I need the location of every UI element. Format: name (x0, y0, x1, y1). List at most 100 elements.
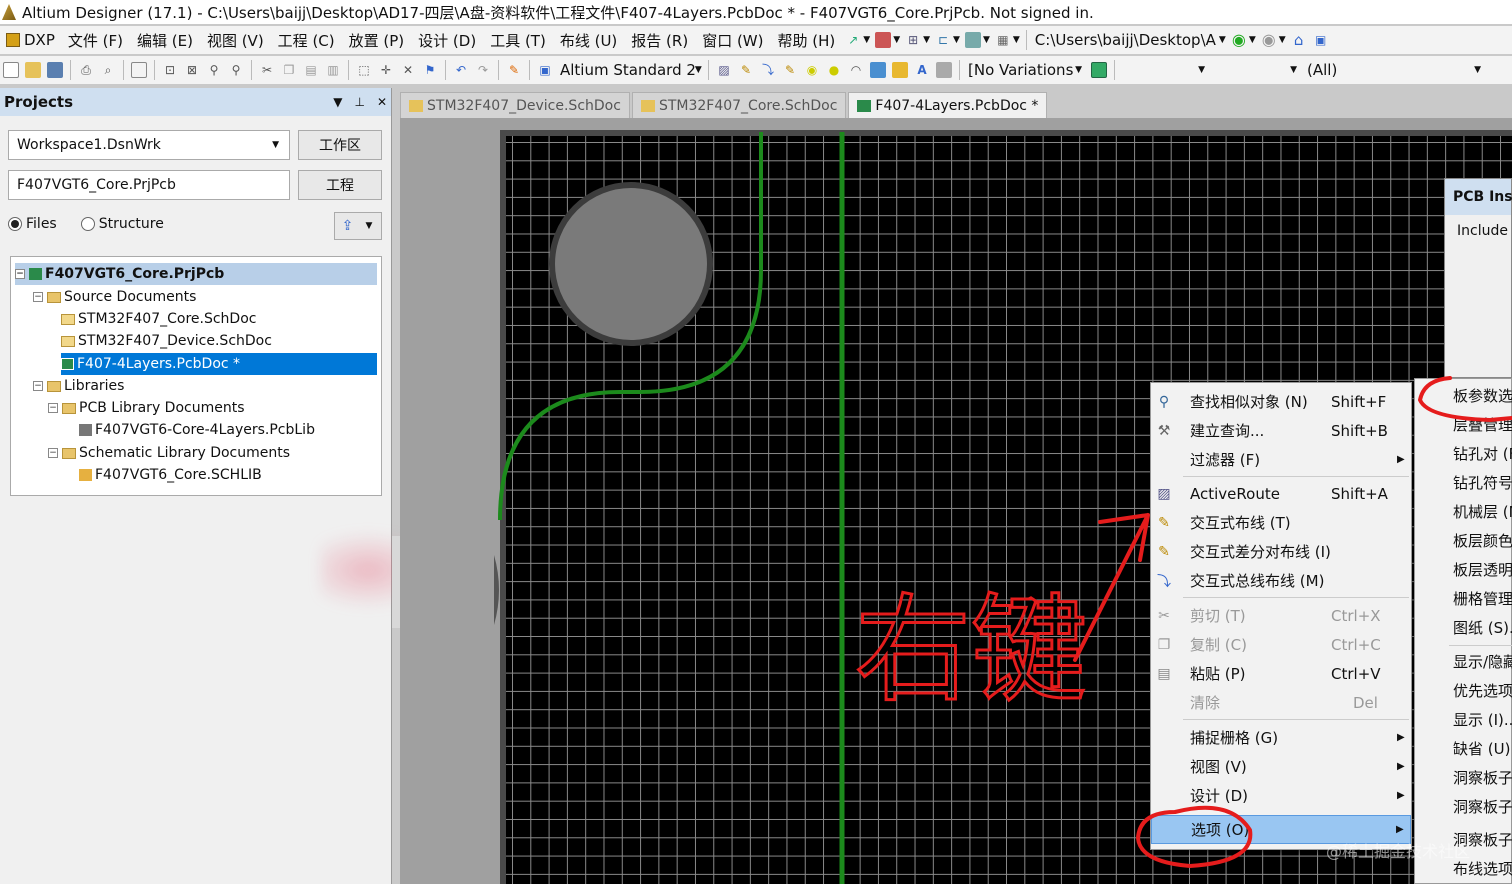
project-options-button[interactable]: ⇪ ▼ (334, 212, 382, 240)
home-icon[interactable]: ⌂ (1291, 32, 1307, 48)
menu-window[interactable]: 窗口 (W) (695, 30, 770, 51)
deselect-icon[interactable]: ✕ (400, 62, 416, 78)
collapse-icon[interactable]: − (48, 448, 58, 458)
move-icon[interactable]: ✛ (378, 62, 394, 78)
menu-route[interactable]: 布线 (U) (553, 30, 624, 51)
workspace-select[interactable]: Workspace1.DsnWrk ▼ (8, 130, 290, 160)
menu-reports[interactable]: 报告 (R) (624, 30, 695, 51)
menu-diffpair-route[interactable]: ✎ 交互式差分对布线 (I) (1151, 537, 1411, 566)
filter-select[interactable]: (All) ▼ (1303, 59, 1487, 81)
tab-device-schdoc[interactable]: STM32F407_Device.SchDoc (400, 92, 630, 118)
submenu-show-hide[interactable]: 显示/隐藏 (1453, 647, 1512, 676)
tree-item-sch-core[interactable]: STM32F407_Core.SchDoc (61, 308, 256, 330)
tree-item-pcb-libraries[interactable]: − PCB Library Documents (48, 397, 245, 419)
menu-view[interactable]: 视图 (V) (200, 30, 271, 51)
fill-icon[interactable] (870, 62, 886, 78)
chevron-down-icon[interactable]: ▼ (983, 35, 990, 45)
menu-project[interactable]: 工程 (C) (271, 30, 342, 51)
menu-place[interactable]: 放置 (P) (342, 30, 412, 51)
chevron-down-icon[interactable]: ▼ (1279, 35, 1286, 45)
variations-select[interactable]: [No Variations ▼ (964, 59, 1088, 81)
new-file-icon[interactable] (3, 62, 19, 78)
submenu-board-insight-1[interactable]: 洞察板子 (1453, 763, 1512, 792)
inspector-include[interactable]: Include (1445, 215, 1511, 247)
menu-help[interactable]: 帮助 (H) (771, 30, 843, 51)
forward-icon[interactable]: ◉ (1261, 32, 1277, 48)
chevron-down-icon[interactable]: ▼ (953, 35, 960, 45)
menu-copy[interactable]: ❐ 复制 (C) Ctrl+C (1151, 630, 1411, 659)
paste-icon[interactable]: ▤ (303, 62, 319, 78)
tab-core-schdoc[interactable]: STM32F407_Core.SchDoc (631, 92, 847, 118)
menu-design[interactable]: 设计 (D) (411, 30, 483, 51)
zoom-area-icon[interactable]: ⊠ (184, 62, 200, 78)
tree-item-pcb-doc[interactable]: F407-4Layers.PcbDoc * (61, 353, 377, 375)
menu-filter[interactable]: 过滤器 (F) ▶ (1151, 445, 1411, 474)
collapse-icon[interactable]: − (33, 381, 43, 391)
chevron-down-icon[interactable]: ▼ (893, 35, 900, 45)
menu-file[interactable]: 文件 (F) (61, 30, 130, 51)
copy-icon[interactable]: ❐ (281, 62, 297, 78)
grid-tool-icon[interactable]: ▦ (995, 32, 1011, 48)
string-icon[interactable]: A (914, 62, 930, 78)
zoom-selected-icon[interactable]: ⚲ (206, 62, 222, 78)
refresh-icon[interactable]: ▣ (1313, 32, 1329, 48)
component-icon[interactable] (936, 62, 952, 78)
chevron-down-icon[interactable]: ▼ (1013, 35, 1020, 45)
cut-icon[interactable]: ✂ (259, 62, 275, 78)
path-combobox[interactable]: C:\Users\baijj\Desktop\A (1031, 29, 1220, 51)
menu-snap-grid[interactable]: 捕捉栅格 (G) ▶ (1151, 723, 1411, 752)
project-button[interactable]: 工程 (298, 170, 382, 200)
interactive-route-icon[interactable]: ✎ (738, 62, 754, 78)
menu-design[interactable]: 设计 (D) ▶ (1151, 781, 1411, 810)
polygon-icon[interactable] (892, 62, 908, 78)
browse-component-icon[interactable]: ▣ (537, 62, 553, 78)
submenu-layer-transparency[interactable]: 板层透明 (1453, 555, 1512, 584)
layer-select-2[interactable]: ▼ (1211, 59, 1303, 81)
submenu-defaults[interactable]: 缺省 (U)... (1453, 734, 1512, 763)
tree-item-libraries[interactable]: − Libraries (33, 375, 124, 397)
menu-clear[interactable]: 清除 Del (1151, 688, 1411, 717)
menu-build-query[interactable]: ⚒ 建立查询... Shift+B (1151, 416, 1411, 445)
select-tool-icon[interactable]: ↗ (845, 32, 861, 48)
distribute-tool-icon[interactable]: ⊏ (935, 32, 951, 48)
menu-paste[interactable]: ▤ 粘贴 (P) Ctrl+V (1151, 659, 1411, 688)
open-file-icon[interactable] (25, 62, 41, 78)
tree-item-sch-libraries[interactable]: − Schematic Library Documents (48, 442, 290, 464)
view-config-select[interactable]: Altium Standard 2 ▼ (556, 59, 704, 81)
tree-item-pcblib[interactable]: F407VGT6-Core-4Layers.PcbLib (79, 419, 315, 441)
bus-route-icon[interactable]: ⤵ (760, 62, 776, 78)
radio-files[interactable]: Files (8, 216, 57, 232)
tree-item-source-documents[interactable]: − Source Documents (33, 286, 196, 308)
undo-icon[interactable]: ↶ (453, 62, 469, 78)
submenu-mechanical-layers[interactable]: 机械层 (M (1453, 497, 1512, 526)
menu-view[interactable]: 视图 (V) ▶ (1151, 752, 1411, 781)
redo-icon[interactable]: ↷ (475, 62, 491, 78)
menu-find-similar[interactable]: ⚲ 查找相似对象 (N) Shift+F (1151, 387, 1411, 416)
submenu-board-options[interactable]: 板参数选 (1453, 381, 1512, 410)
submenu-display[interactable]: 显示 (I)... (1453, 705, 1512, 734)
activeroute-icon[interactable]: ▨ (716, 62, 732, 78)
save-icon[interactable] (47, 62, 63, 78)
menu-interactive-route[interactable]: ✎ 交互式布线 (T) (1151, 508, 1411, 537)
back-icon[interactable]: ◉ (1231, 32, 1247, 48)
collapse-icon[interactable]: − (48, 403, 58, 413)
tree-item-project[interactable]: − F407VGT6_Core.PrjPcb (15, 263, 377, 285)
menu-cut[interactable]: ✂ 剪切 (T) Ctrl+X (1151, 601, 1411, 630)
submenu-layer-colors[interactable]: 板层颜色 (1453, 526, 1512, 555)
place-tool-icon[interactable] (875, 32, 892, 48)
tree-item-sch-device[interactable]: STM32F407_Device.SchDoc (61, 330, 272, 352)
workspace-button[interactable]: 工作区 (298, 130, 382, 160)
select-area-icon[interactable]: ⬚ (356, 62, 372, 78)
print-preview-icon[interactable]: ⌕ (100, 62, 116, 78)
highlight-icon[interactable]: ✎ (506, 62, 522, 78)
open-doc-icon[interactable] (131, 62, 147, 78)
menu-dxp[interactable]: DXP (0, 31, 61, 49)
close-icon[interactable]: ✕ (377, 95, 387, 109)
arc-icon[interactable]: ◠ (848, 62, 864, 78)
submenu-preferences[interactable]: 优先选项 (1453, 676, 1512, 705)
align-tool-icon[interactable]: ⊞ (905, 32, 921, 48)
submenu-drill-symbols[interactable]: 钻孔符号 (1453, 468, 1512, 497)
submenu-sheet[interactable]: 图纸 (S)... (1453, 613, 1512, 642)
panel-menu-icon[interactable]: ▼ (333, 95, 342, 109)
via-icon[interactable]: ◉ (804, 62, 820, 78)
